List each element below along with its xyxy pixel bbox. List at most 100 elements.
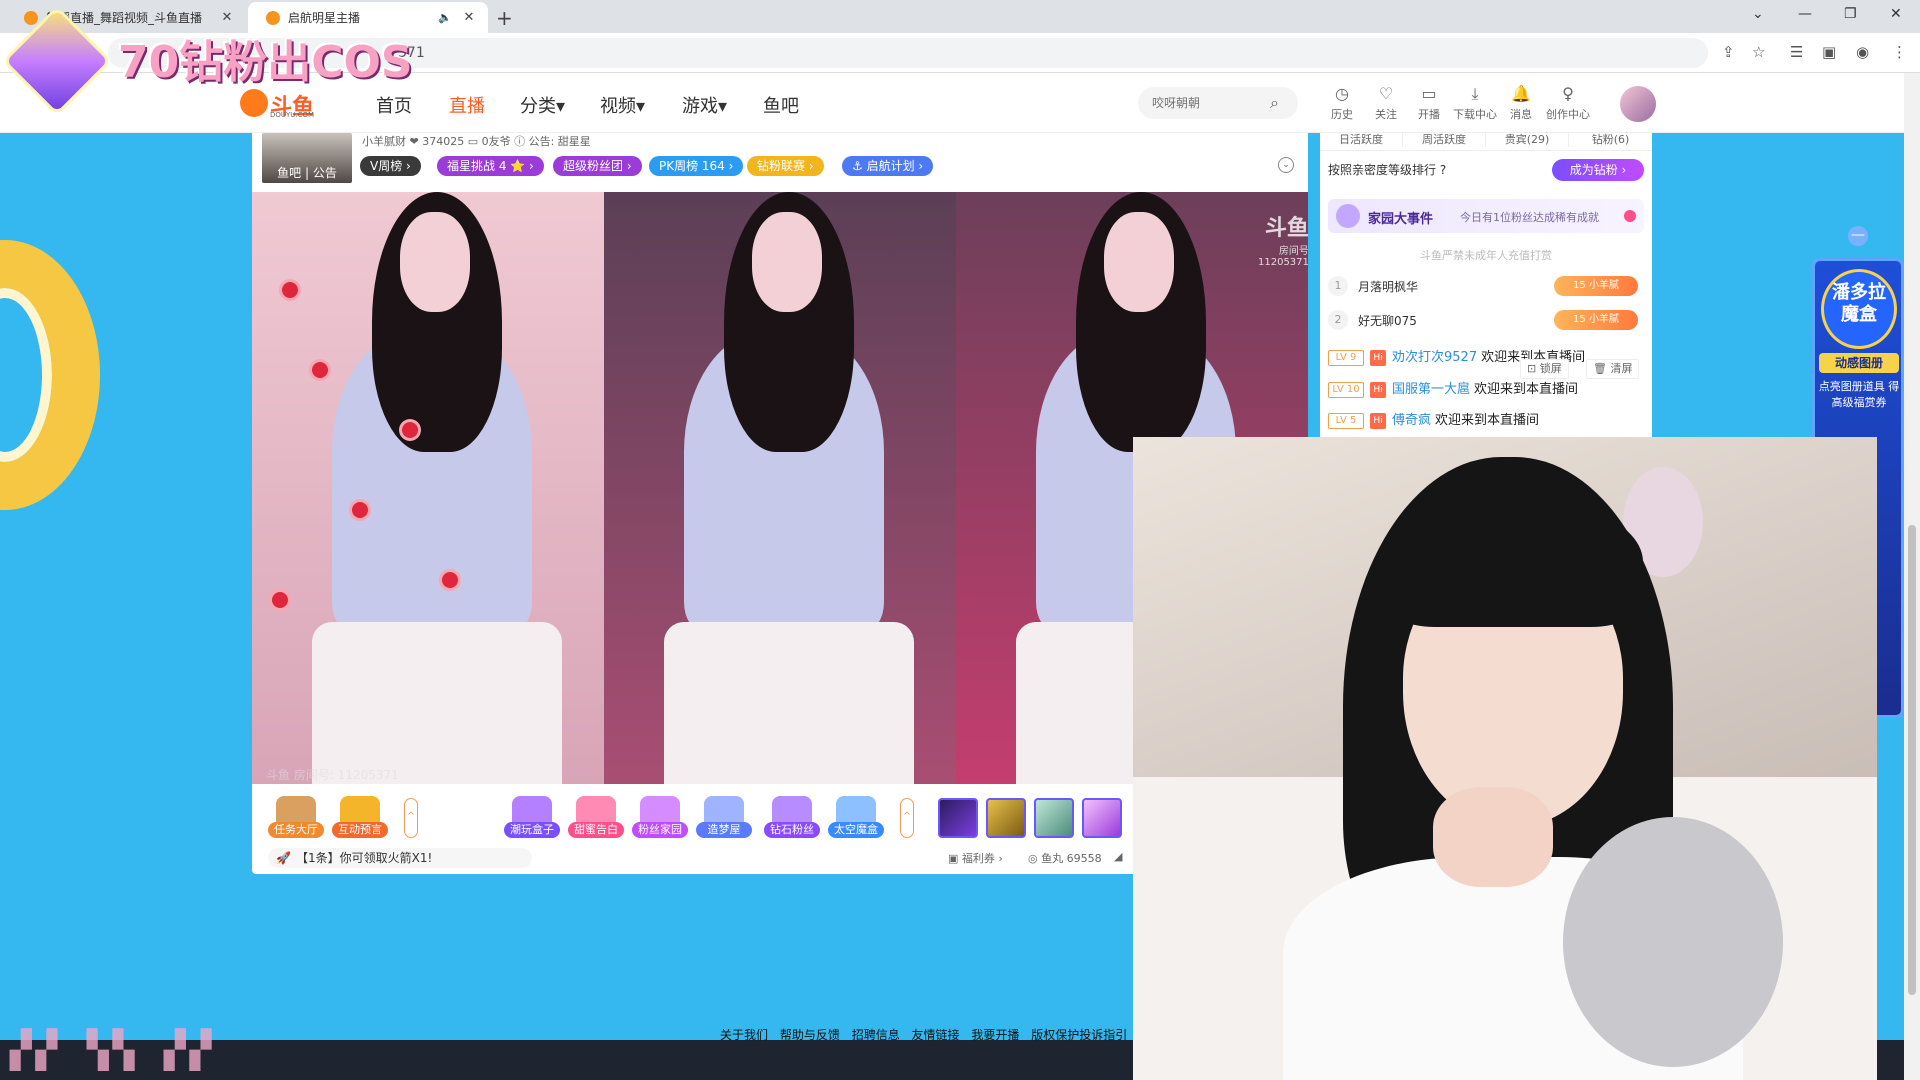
chat-username[interactable]: 国服第一大扈 — [1392, 382, 1470, 397]
notice-text: 【1条】你可领取火箭X1! — [296, 851, 433, 865]
reading-list-icon[interactable]: ☰ — [1790, 43, 1803, 61]
super-fanclub-pill[interactable]: 超级粉丝团 › — [553, 156, 642, 176]
more-gifts-button[interactable]: ^ — [900, 798, 914, 838]
fan-badge: 15 小羊腻 — [1554, 310, 1638, 330]
anchor-thumbnail[interactable]: 鱼吧 | 公告 — [262, 133, 352, 183]
bookmark-star-icon[interactable]: ☆ — [1752, 43, 1765, 61]
profile-icon[interactable]: ◉ — [1856, 43, 1869, 61]
clear-screen-button[interactable]: 🗑 清屏 — [1586, 359, 1640, 379]
tab-vip[interactable]: 贵宾(29) — [1486, 133, 1569, 147]
rank-username: 好无聊075 — [1358, 314, 1417, 328]
creator-center-button[interactable]: ♀ 创作中心 — [1545, 85, 1591, 122]
nav-home[interactable]: 首页 — [376, 92, 412, 118]
sweet-confess-button[interactable]: 甜蜜告白 — [568, 796, 624, 838]
footer-link-about[interactable]: 关于我们 — [720, 1028, 768, 1042]
page-scrollbar[interactable] — [1904, 73, 1920, 1080]
search-icon[interactable]: ⌕ — [1270, 93, 1279, 113]
sail-plan-pill[interactable]: ⚓ 启航计划 › — [842, 156, 934, 176]
tab-diamond-fans[interactable]: 钻粉(6) — [1569, 133, 1652, 147]
minor-warning: 斗鱼严禁未成年人充值打赏 — [1420, 249, 1552, 262]
speaker-icon[interactable]: 🔈 — [438, 11, 452, 24]
gift-thumb[interactable] — [1034, 798, 1074, 838]
footer-links: 关于我们 帮助与反馈 招聘信息 友情链接 我要开播 版权保护投诉指引 斗鱼 — [720, 1026, 1171, 1043]
level-badge: LV 5 — [1328, 412, 1364, 429]
tab-weekly-activity[interactable]: 周活跃度 — [1403, 133, 1486, 147]
pixel-deco-text: ▞▞ ▚▚ ▞▞ — [10, 1030, 216, 1071]
lock-screen-button[interactable]: ⊡ 锁屏 — [1520, 359, 1569, 379]
task-hall-button[interactable]: 任务大厅 — [268, 796, 324, 838]
messages-button[interactable]: 🔔 消息 — [1498, 85, 1544, 122]
gift-thumb[interactable] — [1082, 798, 1122, 838]
figure-shape — [752, 212, 822, 312]
tab-title: 启航明星主播 — [288, 11, 361, 25]
close-window-button[interactable]: ✕ — [1890, 6, 1902, 22]
rank-username: 月落明枫华 — [1358, 280, 1419, 294]
nav-live[interactable]: 直播 — [449, 92, 485, 118]
camera-icon: ▭ — [1421, 84, 1437, 103]
signal-icon: ◢ — [1114, 850, 1123, 863]
footer-link-copyright[interactable]: 版权保护投诉指引 — [1031, 1028, 1127, 1042]
collapse-promo-button[interactable]: — — [1848, 226, 1868, 246]
pk-weekly-pill[interactable]: PK周榜 164 › — [649, 156, 744, 176]
footer-link-stream[interactable]: 我要开播 — [971, 1028, 1019, 1042]
menu-dots-icon[interactable]: ⋮ — [1892, 43, 1907, 61]
v-weekly-rank-pill[interactable]: V周榜 › — [360, 156, 421, 176]
tab-search-icon[interactable]: ⌄ — [1752, 6, 1764, 22]
figure-shape — [400, 212, 470, 312]
watermark-sub: 房间号 — [1278, 246, 1308, 257]
coupon-link[interactable]: ▣ 福利券 › — [948, 850, 1003, 866]
nav-category[interactable]: 分类▾ — [520, 92, 565, 118]
gift-thumb[interactable] — [986, 798, 1026, 838]
rank-row[interactable]: 1 月落明枫华 15 小羊腻 — [1328, 274, 1644, 298]
collapse-chevron-icon[interactable]: ⌄ — [1278, 157, 1294, 173]
dream-house-button[interactable]: 造梦屋 — [696, 796, 752, 838]
nav-games[interactable]: 游戏▾ — [682, 92, 727, 118]
heart-icon: ♡ — [1378, 84, 1394, 103]
gift-thumb[interactable] — [938, 798, 978, 838]
close-tab-icon[interactable]: ✕ — [460, 10, 478, 25]
sidepanel-icon[interactable]: ▣ — [1822, 43, 1836, 61]
space-box-button[interactable]: 太空魔盒 — [828, 796, 884, 838]
clock-icon: ◷ — [1335, 84, 1349, 103]
gift-label: 任务大厅 — [268, 822, 324, 838]
new-tab-button[interactable]: + — [496, 6, 513, 30]
hi-icon: Hi — [1370, 381, 1386, 398]
history-button[interactable]: ◷ 历史 — [1319, 85, 1365, 122]
download-center-button[interactable]: ⤓ 下载中心 — [1452, 85, 1498, 122]
restore-button[interactable]: ❐ — [1844, 6, 1857, 22]
follow-button[interactable]: ♡ 关注 — [1363, 85, 1409, 122]
start-stream-button[interactable]: ▭ 开播 — [1406, 85, 1452, 122]
rocket-notice[interactable]: 🚀 【1条】你可领取火箭X1! — [268, 848, 532, 868]
footer-link-help[interactable]: 帮助与反馈 — [780, 1028, 840, 1042]
minimize-button[interactable]: — — [1798, 6, 1812, 22]
gift-label: 潮玩盒子 — [504, 822, 560, 838]
rank-row[interactable]: 2 好无聊075 15 小羊腻 — [1328, 308, 1644, 332]
footer-link-friends[interactable]: 友情链接 — [912, 1028, 960, 1042]
fan-home-button[interactable]: 粉丝家园 — [632, 796, 688, 838]
nav-video[interactable]: 视频▾ — [600, 92, 645, 118]
diamond-league-pill[interactable]: 钻粉联赛 › — [747, 156, 824, 176]
lucky-challenge-pill[interactable]: 福星挑战 4 ⭐ › — [437, 156, 544, 176]
share-icon[interactable]: ⇪ — [1722, 43, 1735, 61]
chat-username[interactable]: 傅奇疯 — [1392, 413, 1431, 428]
chat-username[interactable]: 劝次打次9527 — [1392, 350, 1477, 365]
level-badge: LV 10 — [1328, 381, 1364, 398]
promo-desc: 点亮图册道具 得高级福赏券 — [1818, 380, 1900, 409]
room-meta: 小羊腻财 ❤ 374025 ▭ 0友爷 ⓘ 公告: 甜星星 — [362, 135, 591, 148]
bell-icon: 🔔 — [1511, 84, 1531, 103]
diamond-fan-button[interactable]: 钻石粉丝 — [764, 796, 820, 838]
interactive-predict-button[interactable]: 互动预言 — [332, 796, 388, 838]
figure-shape — [312, 622, 562, 784]
more-activities-button[interactable]: ^ — [404, 798, 418, 838]
close-tab-icon[interactable]: ✕ — [218, 10, 236, 25]
tab-daily-activity[interactable]: 日活跃度 — [1320, 133, 1403, 147]
scrollbar-thumb[interactable] — [1908, 525, 1916, 995]
user-avatar[interactable] — [1618, 84, 1658, 124]
become-diamond-fan-button[interactable]: 成为钻粉 › — [1552, 159, 1644, 181]
nav-fishbar[interactable]: 鱼吧 — [763, 92, 799, 118]
footer-link-jobs[interactable]: 招聘信息 — [852, 1028, 900, 1042]
family-arrow-icon — [1624, 210, 1636, 222]
douyu-logo[interactable]: 斗鱼 DOUYU.COM — [240, 87, 318, 120]
family-events-bar[interactable]: 家园大事件 今日有1位粉丝达成稀有成就 — [1328, 199, 1644, 233]
trend-box-button[interactable]: 潮玩盒子 — [504, 796, 560, 838]
